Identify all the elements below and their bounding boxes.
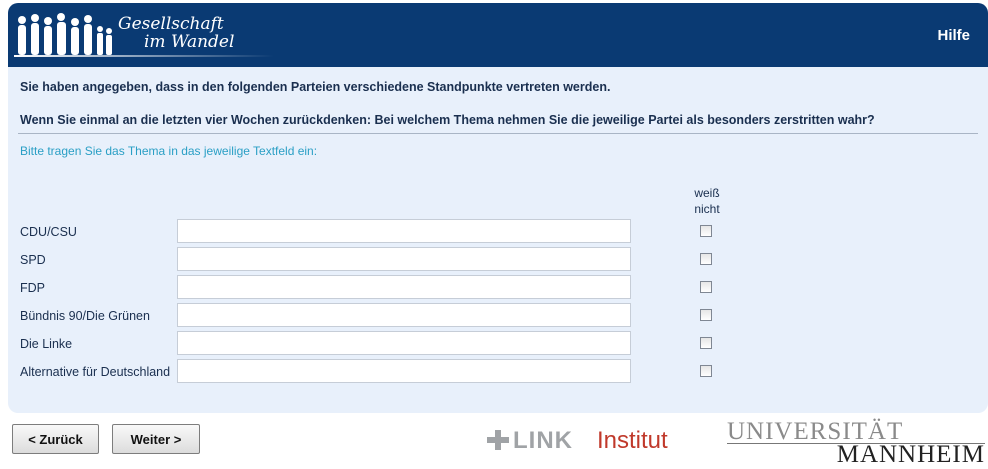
back-button[interactable]: < Zurück bbox=[12, 424, 99, 454]
logo-line1: Gesellschaft bbox=[118, 14, 224, 34]
dont-know-checkbox-linke[interactable] bbox=[700, 337, 712, 349]
dont-know-checkbox-spd[interactable] bbox=[700, 253, 712, 265]
dont-know-checkbox-afd[interactable] bbox=[700, 365, 712, 377]
party-label: SPD bbox=[20, 253, 46, 267]
party-row-gruene: Bündnis 90/Die Grünen bbox=[8, 303, 988, 329]
uni-line2: MANNHEIM bbox=[836, 441, 985, 468]
dont-know-column-header: weiß nicht bbox=[684, 185, 730, 217]
question-text: Wenn Sie einmal an die letzten vier Woch… bbox=[20, 113, 875, 127]
topic-input-afd[interactable] bbox=[177, 359, 631, 383]
help-link[interactable]: Hilfe bbox=[937, 27, 970, 44]
dont-know-checkbox-gruene[interactable] bbox=[700, 309, 712, 321]
dont-know-checkbox-fdp[interactable] bbox=[700, 281, 712, 293]
logo-text: Gesellschaft im Wandel bbox=[118, 15, 234, 51]
logo-line2: im Wandel bbox=[144, 32, 235, 52]
dont-know-line2: nicht bbox=[694, 202, 720, 216]
party-label: FDP bbox=[20, 281, 45, 295]
party-row-fdp: FDP bbox=[8, 275, 988, 301]
instruction-text: Bitte tragen Sie das Thema in das jeweil… bbox=[20, 144, 318, 158]
next-button[interactable]: Weiter > bbox=[112, 424, 200, 454]
party-row-cdu-csu: CDU/CSU bbox=[8, 219, 988, 245]
party-row-spd: SPD bbox=[8, 247, 988, 273]
question-divider bbox=[18, 133, 978, 134]
logo-underline bbox=[14, 55, 274, 57]
dont-know-line1: weiß bbox=[694, 186, 720, 200]
party-row-afd: Alternative für Deutschland bbox=[8, 359, 988, 385]
topic-input-spd[interactable] bbox=[177, 247, 631, 271]
topic-input-cdu-csu[interactable] bbox=[177, 219, 631, 243]
dont-know-checkbox-cdu-csu[interactable] bbox=[700, 225, 712, 237]
header-bar: Gesellschaft im Wandel Hilfe bbox=[8, 3, 988, 67]
topic-input-gruene[interactable] bbox=[177, 303, 631, 327]
link-cross-icon bbox=[487, 430, 509, 455]
party-label: CDU/CSU bbox=[20, 225, 77, 239]
party-row-linke: Die Linke bbox=[8, 331, 988, 357]
party-label: Bündnis 90/Die Grünen bbox=[20, 309, 150, 323]
link-wordmark: LINK bbox=[513, 427, 573, 454]
party-label: Die Linke bbox=[20, 337, 73, 351]
link-institut-text: Institut bbox=[597, 427, 668, 454]
universitaet-mannheim-logo: UNIVERSITÄT MANNHEIM bbox=[727, 418, 987, 468]
topic-input-linke[interactable] bbox=[177, 331, 631, 355]
party-label: Alternative für Deutschland bbox=[20, 365, 171, 379]
intro-text: Sie haben angegeben, dass in den folgend… bbox=[20, 80, 611, 94]
topic-input-fdp[interactable] bbox=[177, 275, 631, 299]
question-panel: Sie haben angegeben, dass in den folgend… bbox=[8, 67, 988, 413]
